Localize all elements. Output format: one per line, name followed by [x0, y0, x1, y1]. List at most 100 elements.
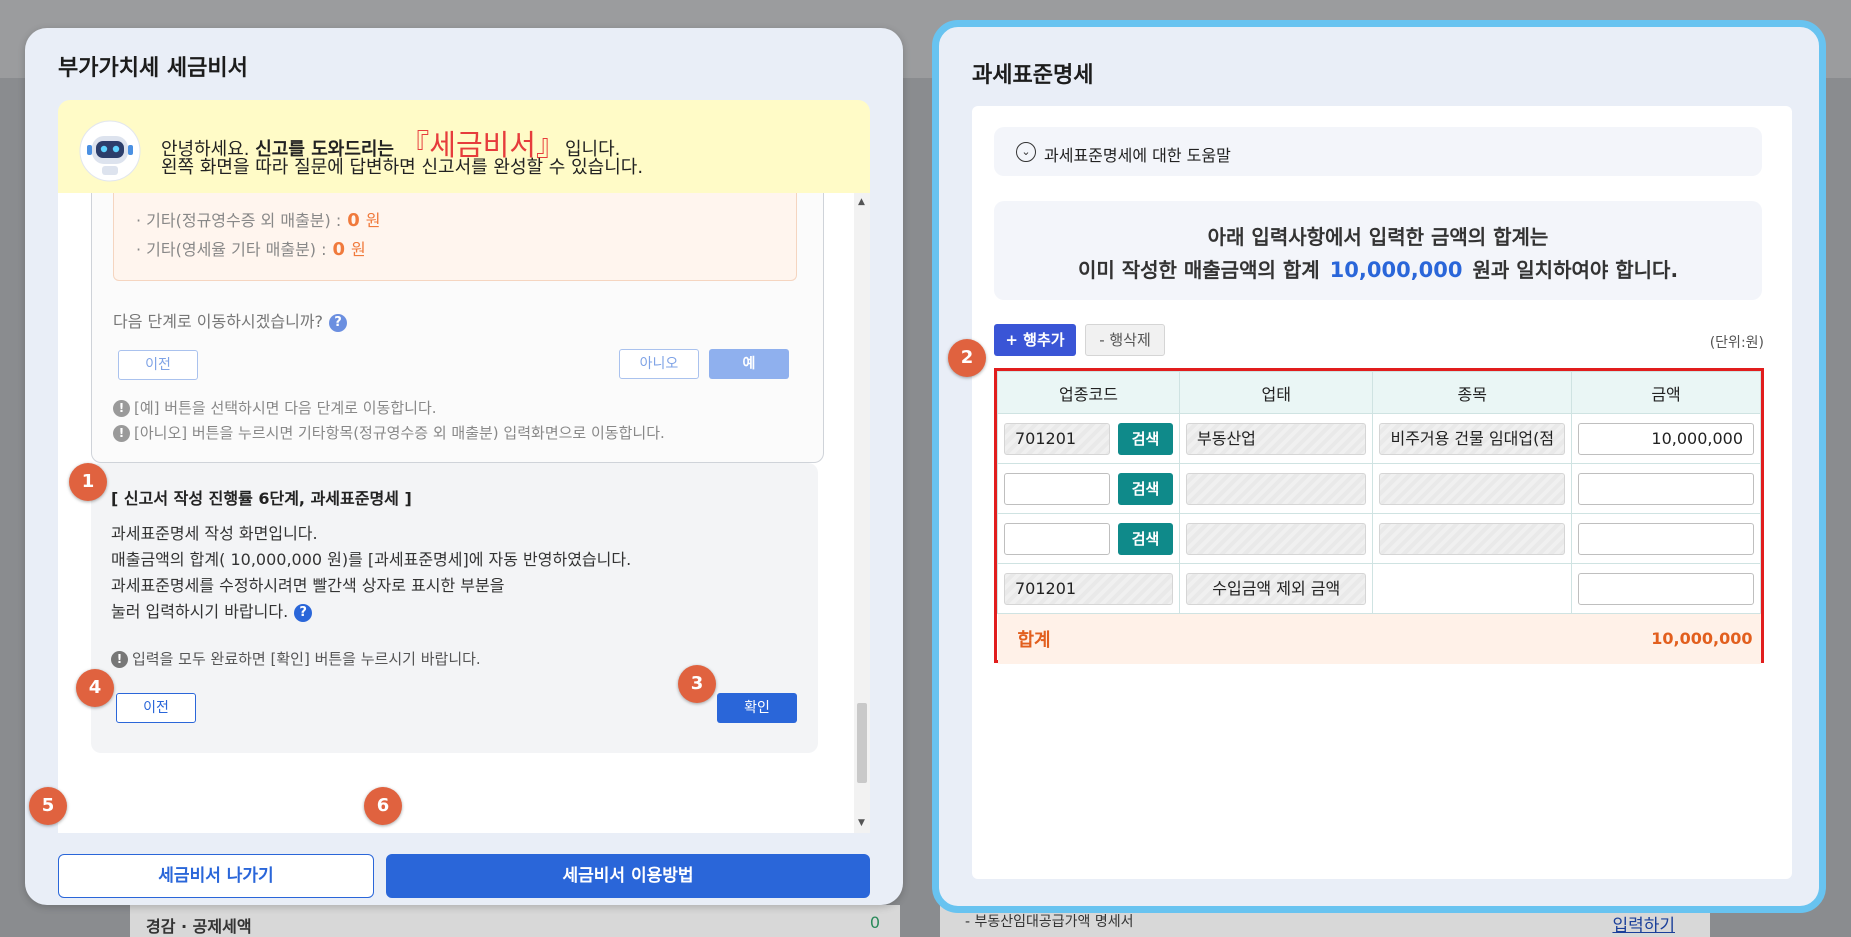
yes-button[interactable]: 예 [709, 349, 789, 379]
business-item-field [1379, 472, 1566, 505]
chevron-down-icon: ⌄ [1016, 142, 1036, 162]
next-step-question-text: 다음 단계로 이동하시겠습니까? [113, 312, 324, 331]
background-right-row-link[interactable]: 입력하기 [1612, 911, 1675, 936]
add-row-button[interactable]: + 행추가 [994, 324, 1076, 356]
robot-icon [79, 120, 141, 182]
business-type-field: 수입금액 제외 금액 [1186, 572, 1367, 605]
industry-code-field: 701201 [1004, 572, 1173, 605]
step-badge-3: 3 [678, 665, 716, 703]
business-item-field: 비주거용 건물 임대업(점 [1379, 422, 1566, 455]
table-row: 701201 수입금액 제외 금액 [997, 563, 1761, 614]
help-toggle-label: 과세표준명세에 대한 도움말 [1044, 146, 1231, 165]
search-button[interactable]: 검색 [1118, 522, 1173, 555]
info-line-text: 원과 일치하여야 합니다. [1472, 258, 1679, 282]
info-line: 이미 작성한 매출금액의 합계 10,000,000 원과 일치하여야 합니다. [994, 254, 1762, 283]
step-badge-2: 2 [948, 339, 986, 377]
no-button[interactable]: 아니오 [619, 349, 699, 379]
summary-item-unit: 원 [351, 240, 366, 259]
delete-row-button[interactable]: - 행삭제 [1085, 324, 1165, 356]
panel-title: 과세표준명세 [972, 63, 1094, 88]
current-step-line: 과세표준명세 작성 화면입니다. [111, 524, 318, 543]
current-step-body: 과세표준명세 작성 화면입니다. 매출금액의 합계( 10,000,000 원)… [111, 521, 631, 625]
scrollbar[interactable]: ▲ ▼ [854, 193, 870, 833]
current-step-prev-button[interactable]: 이전 [116, 693, 196, 723]
amount-field[interactable]: 10,000,000 [1578, 422, 1754, 455]
search-button[interactable]: 검색 [1118, 422, 1173, 455]
confirm-button[interactable]: 확인 [717, 693, 797, 723]
total-value: 10,000,000 [1571, 613, 1761, 664]
industry-code-field[interactable] [1004, 472, 1110, 505]
sales-total-amount: 10,000,000 [1329, 258, 1463, 282]
modal-title: 부가가치세 세금비서 [58, 56, 248, 81]
previous-step-note: ! [아니오] 버튼을 누르시면 기타항목(정규영수증 외 매출분) 입력화면으로… [113, 422, 665, 443]
summary-item-value: 0 [347, 210, 360, 231]
current-step-line-text: 눌러 입력하시기 바랍니다. [111, 602, 289, 621]
tax-base-panel: 과세표준명세 ⌄ 과세표준명세에 대한 도움말 아래 입력사항에서 입력한 금액… [932, 20, 1826, 913]
amount-field[interactable] [1578, 572, 1754, 605]
search-button[interactable]: 검색 [1118, 472, 1173, 505]
current-step-line: 눌러 입력하시기 바랍니다.? [111, 599, 631, 625]
business-item-cell [1372, 563, 1573, 614]
step-badge-4: 4 [76, 669, 114, 707]
info-line-text: 이미 작성한 매출금액의 합계 [1077, 258, 1320, 282]
step-badge-5: 5 [29, 787, 67, 825]
conversation-scroll-area[interactable]: · 기타(정규영수증 외 매출분) :0원 · 기타(영세율 기타 매출분) :… [58, 193, 870, 833]
exit-assistant-button[interactable]: 세금비서 나가기 [58, 854, 374, 898]
info-icon: ! [113, 425, 130, 442]
background-row-label: 경감 · 공제세액 [146, 917, 252, 936]
previous-step-note-text: [예] 버튼을 선택하시면 다음 단계로 이동합니다. [134, 399, 437, 417]
current-step-line: 매출금액의 합계( 10,000,000 원)를 [과세표준명세]에 자동 반영… [111, 550, 632, 569]
banner-instruction: 왼쪽 화면을 따라 질문에 답변하면 신고서를 완성할 수 있습니다. [161, 157, 644, 178]
previous-step-note-text: [아니오] 버튼을 누르시면 기타항목(정규영수증 외 매출분) 입력화면으로 … [134, 424, 665, 442]
total-label: 합계 [997, 613, 1180, 664]
current-step-note-text: 입력을 모두 완료하면 [확인] 버튼을 누르시기 바랍니다. [132, 650, 481, 668]
panel-content: ⌄ 과세표준명세에 대한 도움말 아래 입력사항에서 입력한 금액의 합계는 이… [972, 106, 1792, 879]
column-header: 금액 [1571, 371, 1761, 414]
business-item-field [1379, 522, 1566, 555]
how-to-use-button[interactable]: 세금비서 이용방법 [386, 854, 870, 898]
background-row: 경감 · 공제세액 0 [130, 905, 900, 937]
info-box: 아래 입력사항에서 입력한 금액의 합계는 이미 작성한 매출금액의 합계 10,… [994, 201, 1762, 300]
current-step-heading: [ 신고서 작성 진행률 6단계, 과세표준명세 ] [111, 489, 412, 508]
table-header-row: 업종코드 업태 종목 금액 [997, 371, 1761, 414]
help-icon[interactable]: ? [329, 313, 348, 332]
amount-field[interactable] [1578, 522, 1754, 555]
business-type-field: 부동산업 [1186, 422, 1367, 455]
column-header: 종목 [1372, 371, 1573, 414]
summary-box: · 기타(정규영수증 외 매출분) :0원 · 기타(영세율 기타 매출분) :… [113, 193, 797, 281]
scrollbar-thumb[interactable] [857, 703, 867, 783]
info-line: 아래 입력사항에서 입력한 금액의 합계는 [1207, 225, 1549, 249]
column-header: 업종코드 [997, 371, 1180, 414]
unit-label: (단위:원) [1709, 335, 1764, 351]
previous-step-card: · 기타(정규영수증 외 매출분) :0원 · 기타(영세율 기타 매출분) :… [91, 193, 824, 463]
previous-step-note: ! [예] 버튼을 선택하시면 다음 단계로 이동합니다. [113, 397, 437, 418]
summary-item: · 기타(정규영수증 외 매출분) : 0원 [136, 207, 381, 231]
step-badge-1: 1 [69, 463, 107, 501]
tax-base-table: 업종코드 업태 종목 금액 701201 검색 부동산업 비주거용 건물 임대업(… [994, 368, 1764, 664]
summary-item-label: · 기타(정규영수증 외 매출분) : [136, 211, 342, 230]
assistant-banner: 안녕하세요. 신고를 도와드리는 『세금비서』입니다. 왼쪽 화면을 따라 질문… [58, 100, 870, 193]
info-icon: ! [111, 651, 128, 668]
table-row: 검색 [997, 513, 1761, 564]
step-badge-6: 6 [364, 787, 402, 825]
info-icon: ! [113, 400, 130, 417]
business-type-field [1186, 522, 1367, 555]
business-type-field [1186, 472, 1367, 505]
total-row: 합계 10,000,000 [997, 613, 1761, 664]
summary-item-value: 0 [332, 239, 346, 260]
help-toggle[interactable]: ⌄ 과세표준명세에 대한 도움말 [994, 127, 1762, 176]
background-right-row-label: - 부동산임대공급가액 명세서 [965, 914, 1134, 930]
previous-step-prev-button[interactable]: 이전 [118, 350, 198, 380]
table-row: 검색 [997, 463, 1761, 514]
column-header: 업태 [1178, 371, 1374, 414]
help-icon[interactable]: ? [294, 603, 313, 622]
scroll-up-icon[interactable]: ▲ [858, 197, 865, 207]
industry-code-field[interactable] [1004, 522, 1110, 555]
scroll-down-icon[interactable]: ▼ [858, 818, 865, 828]
tax-assistant-modal: 부가가치세 세금비서 안녕하세요. 신고를 도와드리는 『세금비서』입니다. 왼… [25, 28, 903, 905]
table-row: 701201 검색 부동산업 비주거용 건물 임대업(점 10,000,000 [997, 413, 1761, 464]
industry-code-field[interactable]: 701201 [1004, 422, 1110, 455]
summary-item-unit: 원 [365, 211, 381, 230]
amount-field[interactable] [1578, 472, 1754, 505]
summary-item-label: · 기타(영세율 기타 매출분) : [136, 240, 327, 259]
